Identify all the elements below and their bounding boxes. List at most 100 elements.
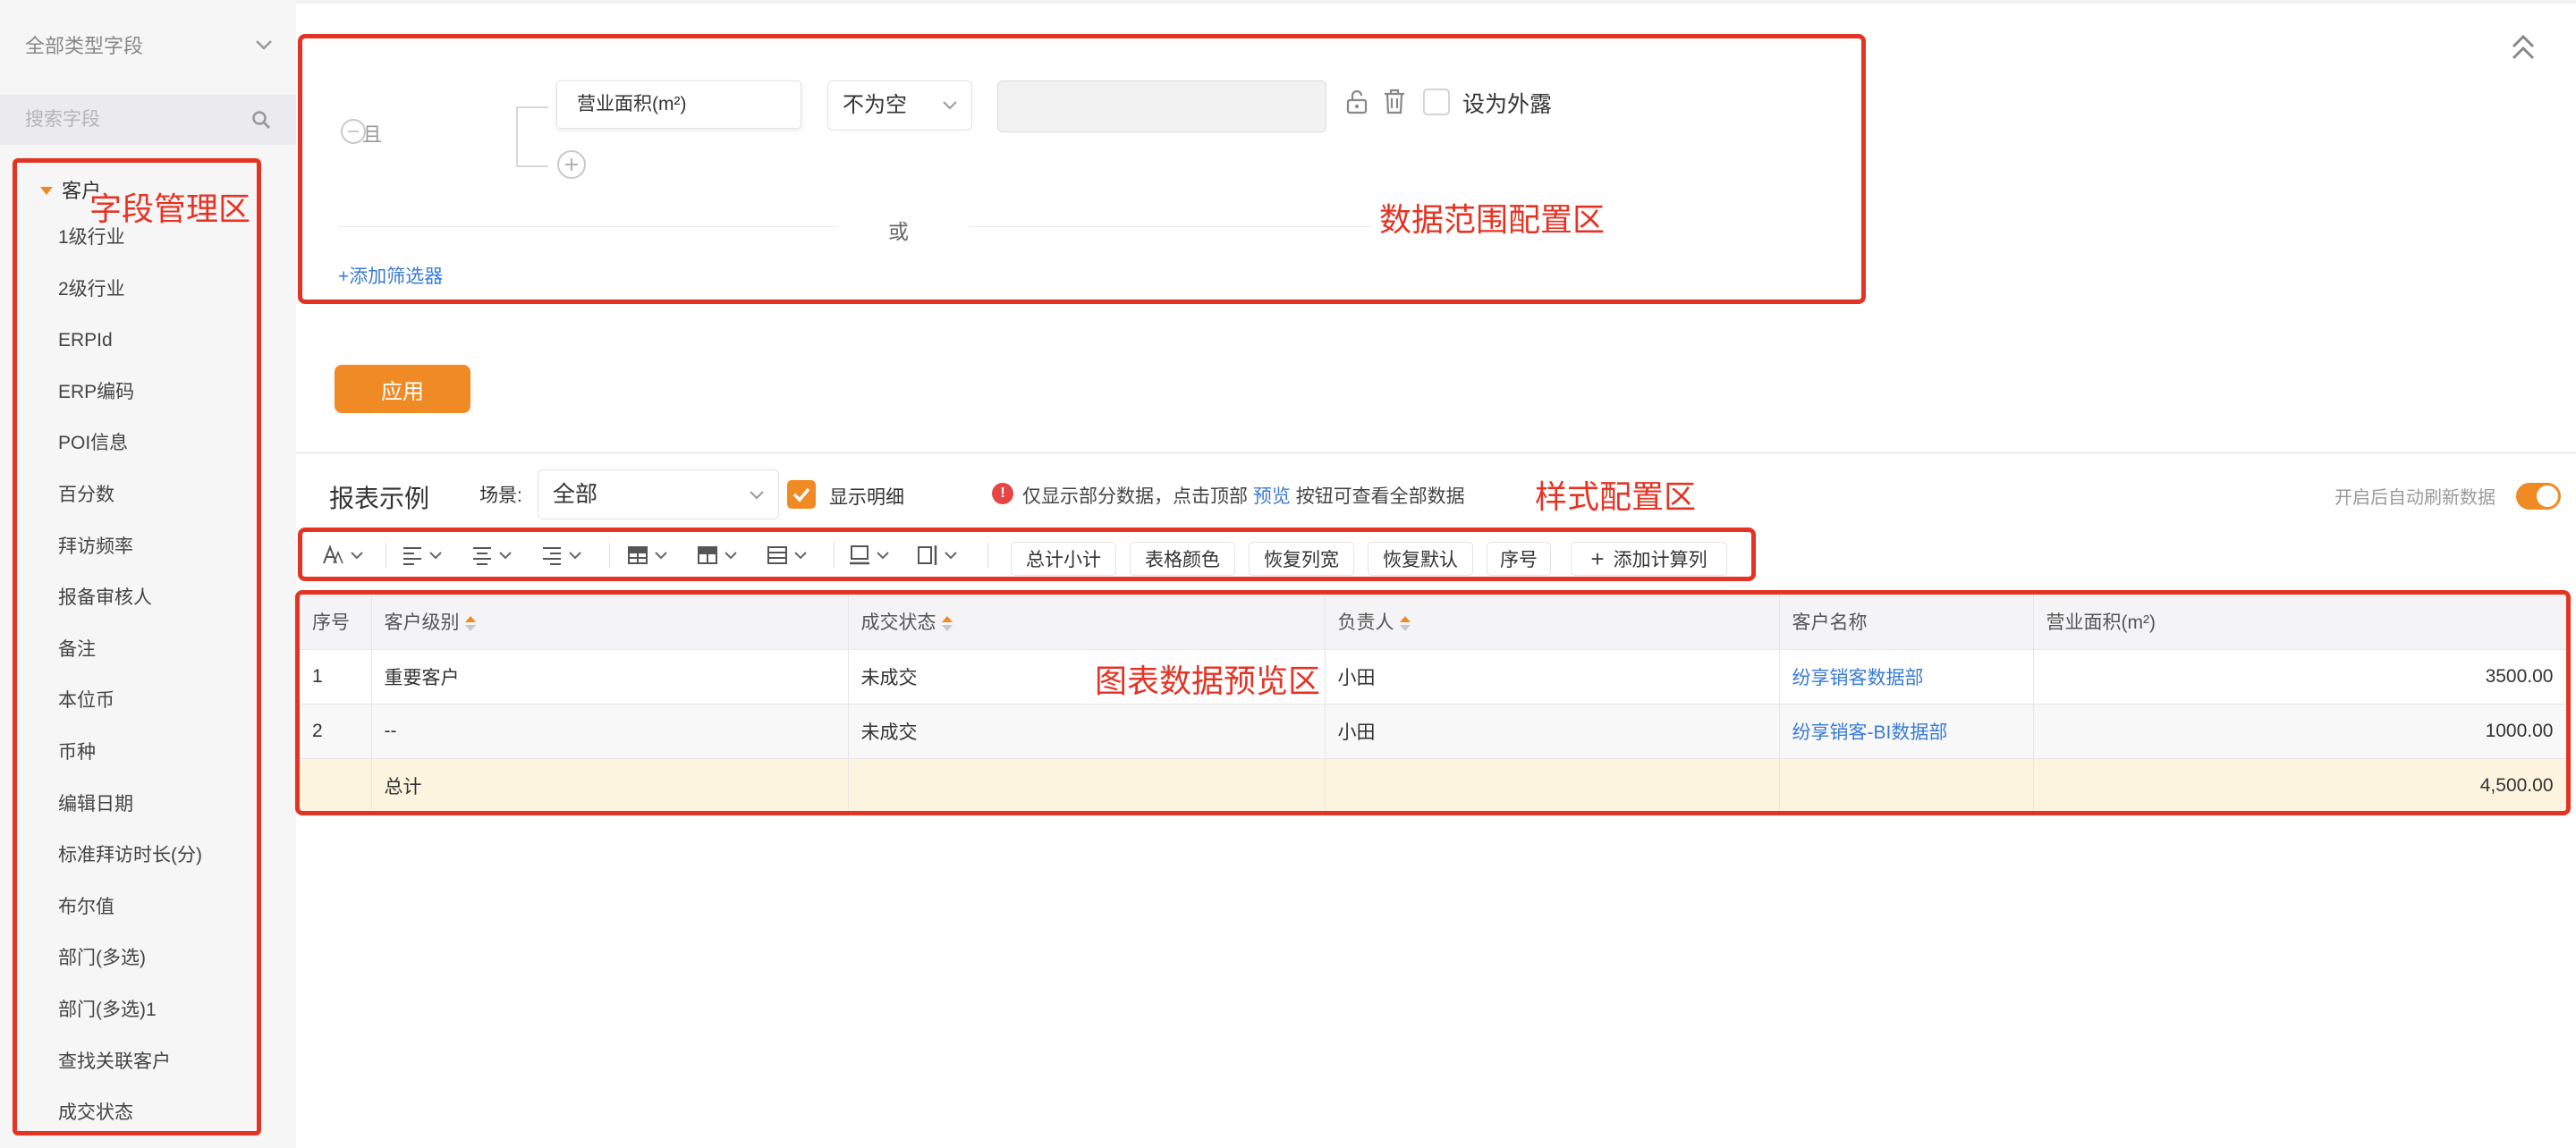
field-type-select[interactable]: 全部类型字段	[25, 27, 275, 63]
annotation-field-area: 字段管理区	[89, 190, 251, 227]
trash-icon[interactable]	[1381, 87, 1408, 115]
add-calc-column-button[interactable]: + 添加计算列	[1571, 542, 1727, 576]
report-editor: 全部类型字段 客户 1级行业 2级行业 ERPId ERP编码 POI信息 百分…	[0, 0, 2576, 1148]
align-center-dropdown[interactable]	[470, 541, 513, 570]
table-row: 1 重要客户 未成交 小田 纷享销客数据部 3500.00	[300, 649, 2566, 705]
column-header[interactable]: 负责人	[1325, 595, 1780, 650]
or-divider-right	[969, 226, 1371, 227]
show-detail-label: 显示明细	[829, 487, 904, 508]
field-item[interactable]: 编辑日期	[58, 779, 202, 831]
preview-link[interactable]: 预览	[1253, 486, 1291, 507]
row-style-dropdown[interactable]	[766, 541, 809, 570]
or-label: 或	[888, 220, 909, 243]
chevron-down-icon	[351, 552, 363, 560]
annotation-preview-area: 图表数据预览区	[1095, 663, 1321, 699]
chevron-down-icon	[499, 552, 512, 560]
field-item[interactable]: 部门(多选)1	[58, 984, 202, 1036]
total-value: 4,500.00	[2033, 758, 2566, 811]
row-height-icon	[850, 545, 869, 565]
sort-icon[interactable]	[941, 615, 953, 633]
field-item[interactable]: 备注	[58, 624, 202, 676]
chevron-down-icon	[794, 552, 807, 560]
show-detail-checkbox[interactable]	[787, 480, 816, 509]
field-item[interactable]: 查找关联客户	[58, 1036, 202, 1088]
column-header-label: 序号	[312, 612, 350, 634]
expose-checkbox[interactable]	[1423, 89, 1450, 115]
column-header[interactable]: 序号	[300, 595, 372, 650]
table-cell: 3500.00	[2033, 649, 2566, 705]
table-color-button[interactable]: 表格颜色	[1130, 542, 1235, 576]
scene-select[interactable]: 全部	[538, 469, 779, 519]
field-item[interactable]: 本位币	[58, 675, 202, 727]
check-icon	[792, 487, 810, 502]
chevron-down-icon	[256, 40, 272, 50]
column-header[interactable]: 客户级别	[371, 595, 849, 650]
field-search-input[interactable]	[25, 109, 240, 131]
search-icon[interactable]	[251, 110, 271, 130]
add-condition-icon[interactable]	[557, 150, 586, 179]
font-icon	[323, 544, 343, 564]
align-left-dropdown[interactable]	[401, 541, 444, 570]
field-tree: 客户 1级行业 2级行业 ERPId ERP编码 POI信息 百分数 拜访频率 …	[13, 158, 261, 1135]
align-left-icon	[403, 547, 421, 565]
align-right-dropdown[interactable]	[540, 541, 583, 570]
filter-field-select[interactable]: 营业面积(m²)	[556, 80, 801, 129]
font-style-dropdown[interactable]	[322, 541, 365, 570]
column-header[interactable]: 营业面积(m²)	[2033, 595, 2566, 650]
data-preview-area: 序号 客户级别 成交状态 负责人 客户名称 营业面积(m²) 1 重要客户 未成…	[295, 590, 2571, 815]
notice-prefix: 仅显示部分数据，点击顶部	[1022, 486, 1248, 507]
preview-table: 序号 客户级别 成交状态 负责人 客户名称 营业面积(m²) 1 重要客户 未成…	[300, 595, 2566, 811]
filter-config-area: 且 营业面积(m²) 不为空 设为外露 或 +添加筛选器	[298, 34, 1866, 304]
annotation-style-area: 样式配置区	[1535, 478, 1697, 515]
field-item[interactable]: 部门(多选)	[58, 933, 202, 984]
field-sidebar: 全部类型字段 客户 1级行业 2级行业 ERPId ERP编码 POI信息 百分…	[0, 0, 296, 1148]
column-header[interactable]: 成交状态	[848, 595, 1326, 650]
field-item[interactable]: 报备审核人	[58, 572, 202, 624]
partial-data-notice: 仅显示部分数据，点击顶部 预览 按钮可查看全部数据	[1022, 482, 1465, 509]
align-right-icon	[543, 547, 561, 565]
field-item[interactable]: 布尔值	[58, 882, 202, 933]
field-item[interactable]: 标准拜访时长(分)	[58, 830, 202, 882]
add-calc-column-label: 添加计算列	[1613, 550, 1707, 570]
operator-select[interactable]: 不为空	[827, 80, 972, 131]
field-item[interactable]: 百分数	[58, 469, 202, 521]
field-item[interactable]: 币种	[58, 727, 202, 779]
customer-link[interactable]: 纷享销客-BI数据部	[1779, 704, 2034, 759]
reset-column-width-button[interactable]: 恢复列宽	[1249, 542, 1354, 576]
header-style-dropdown[interactable]	[696, 541, 739, 570]
field-item[interactable]: POI信息	[58, 418, 202, 469]
field-item[interactable]: 2级行业	[58, 264, 202, 316]
sort-icon[interactable]	[464, 615, 476, 633]
chevron-down-icon	[724, 552, 737, 560]
table-header-icon	[698, 546, 717, 564]
field-item[interactable]: 成交状态	[58, 1087, 202, 1139]
column-header[interactable]: 客户名称	[1779, 595, 2034, 650]
field-item[interactable]: 拜访频率	[58, 521, 202, 573]
table-style-dropdown[interactable]	[626, 541, 669, 570]
table-row: 2 -- 未成交 小田 纷享销客-BI数据部 1000.00	[300, 704, 2566, 759]
customer-link[interactable]: 纷享销客数据部	[1779, 649, 2034, 705]
subtotal-button[interactable]: 总计小计	[1011, 542, 1116, 576]
operator-value: 不为空	[843, 93, 907, 117]
table-cell: 小田	[1325, 704, 1780, 759]
collapse-up-icon[interactable]	[2510, 32, 2537, 63]
reset-default-button[interactable]: 恢复默认	[1368, 542, 1473, 576]
add-filter-link[interactable]: +添加筛选器	[338, 262, 443, 289]
row-height-dropdown[interactable]	[848, 541, 891, 570]
column-width-dropdown[interactable]	[916, 541, 959, 570]
or-divider-left	[338, 226, 839, 227]
field-item[interactable]: ERPId	[58, 315, 202, 367]
filter-value-input[interactable]	[997, 80, 1326, 132]
table-cell: 2	[300, 704, 372, 759]
unlock-icon[interactable]	[1343, 89, 1370, 115]
sort-icon[interactable]	[1399, 615, 1411, 633]
apply-button[interactable]: 应用	[335, 365, 470, 413]
chevron-down-icon	[750, 491, 764, 500]
and-label: 且	[362, 123, 383, 146]
row-number-button[interactable]: 序号	[1487, 542, 1551, 576]
table-cell	[1325, 758, 1780, 811]
chevron-down-icon	[943, 101, 957, 110]
chevron-down-icon	[655, 552, 667, 560]
auto-refresh-toggle[interactable]	[2516, 483, 2561, 510]
field-item[interactable]: ERP编码	[58, 367, 202, 418]
